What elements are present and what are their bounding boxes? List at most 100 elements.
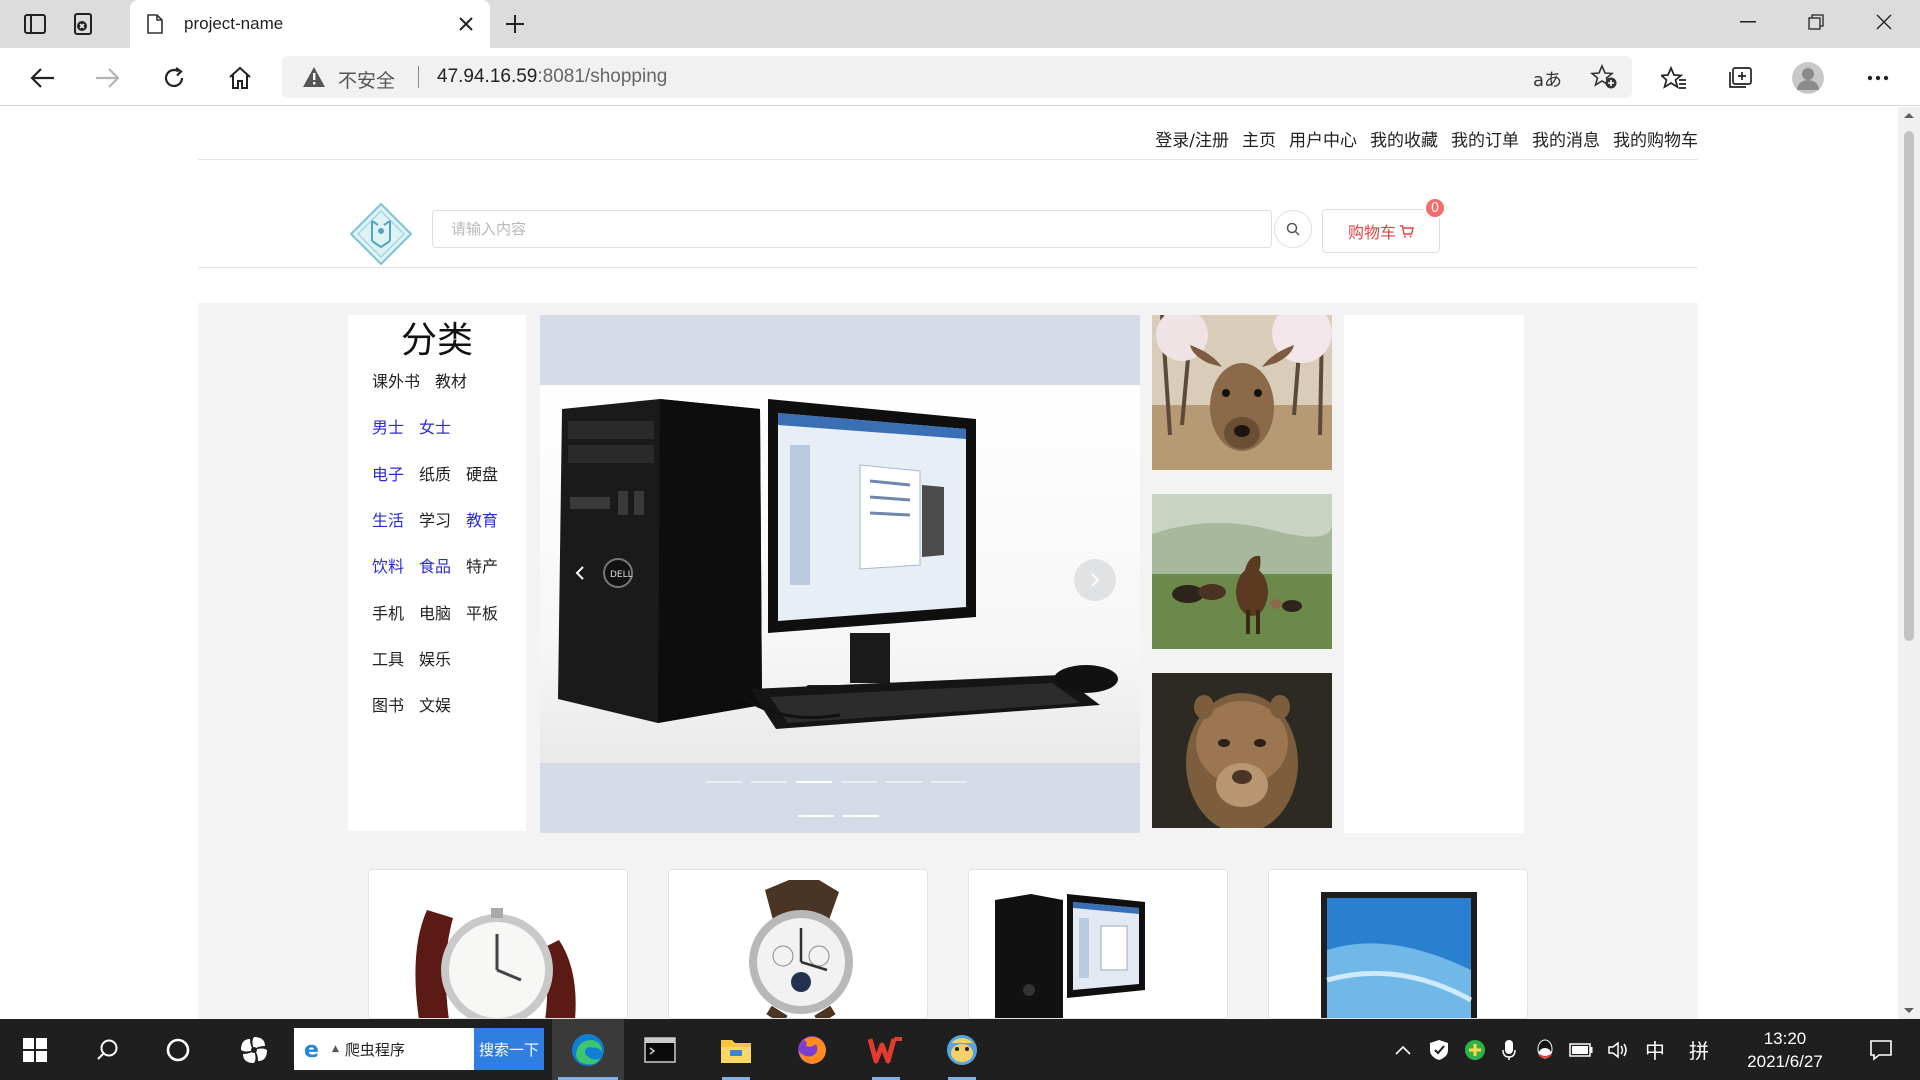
workspaces-icon[interactable] xyxy=(68,10,98,38)
favorites-icon[interactable] xyxy=(1656,60,1692,96)
tab-actions-icon[interactable] xyxy=(20,10,50,38)
ime-mode-indicator[interactable]: 拼 xyxy=(1684,1019,1714,1080)
product-card-laptop-monitor[interactable] xyxy=(1268,869,1528,1019)
taskbar-app-cartoon[interactable] xyxy=(934,1019,990,1080)
lioness-photo[interactable] xyxy=(1152,673,1332,828)
taskbar-search-go-button[interactable]: 搜索一下 xyxy=(474,1028,544,1070)
top-nav-link[interactable]: 我的购物车 xyxy=(1613,126,1698,151)
category-link[interactable]: 文娱 xyxy=(419,692,451,716)
more-options-icon[interactable] xyxy=(1860,60,1896,96)
scroll-up-icon[interactable] xyxy=(1903,111,1915,119)
category-link[interactable]: 娱乐 xyxy=(419,646,451,670)
taskbar-file-explorer[interactable] xyxy=(708,1019,764,1080)
carousel-indicators[interactable] xyxy=(706,781,976,783)
collections-icon[interactable] xyxy=(1722,60,1758,96)
category-link[interactable]: 课外书 xyxy=(372,368,420,392)
product-card-leather-watch[interactable] xyxy=(368,869,628,1019)
taskbar-search-icon[interactable] xyxy=(80,1019,136,1080)
carousel-indicator[interactable] xyxy=(798,815,834,817)
ime-language-indicator[interactable]: 中 xyxy=(1640,1019,1670,1080)
cart-button[interactable]: 购物车 xyxy=(1322,209,1440,253)
home-icon[interactable] xyxy=(222,60,258,96)
category-link[interactable]: 电子 xyxy=(372,461,404,485)
profile-avatar-icon[interactable] xyxy=(1790,60,1826,96)
url-text[interactable]: 47.94.16.59:8081/shopping xyxy=(437,66,667,88)
carousel-indicator[interactable] xyxy=(751,781,787,783)
carousel-slide-computer[interactable]: DELL xyxy=(540,385,1140,763)
top-nav-link[interactable]: 用户中心 xyxy=(1289,126,1357,151)
carousel-indicator[interactable] xyxy=(841,781,877,783)
category-link[interactable]: 教育 xyxy=(466,507,498,531)
taskbar-search-box[interactable]: e ▲ 爬虫程序 搜索一下 xyxy=(294,1028,544,1070)
dropdown-caret-icon[interactable]: ▲ xyxy=(332,1044,339,1054)
horses-photo[interactable] xyxy=(1152,494,1332,649)
start-button[interactable] xyxy=(0,1019,70,1080)
carousel-next-button[interactable] xyxy=(1074,559,1116,601)
deer-photo[interactable] xyxy=(1152,315,1332,470)
add-favorite-icon[interactable] xyxy=(1590,64,1618,90)
task-view-icon[interactable] xyxy=(226,1019,282,1080)
category-link[interactable]: 图书 xyxy=(372,692,404,716)
minimize-icon[interactable] xyxy=(1720,0,1776,44)
category-link[interactable]: 工具 xyxy=(372,646,404,670)
top-nav-link[interactable]: 我的订单 xyxy=(1451,126,1519,151)
address-bar[interactable]: 不安全 47.94.16.59:8081/shopping aあ xyxy=(282,56,1632,98)
category-link[interactable]: 手机 xyxy=(372,600,404,624)
taskbar-terminal[interactable] xyxy=(632,1019,688,1080)
taskbar-wps[interactable] xyxy=(858,1019,914,1080)
tray-overflow-icon[interactable] xyxy=(1388,1019,1418,1080)
category-link[interactable]: 女士 xyxy=(419,414,451,438)
scroll-down-icon[interactable] xyxy=(1903,1007,1915,1015)
category-link[interactable]: 平板 xyxy=(466,600,498,624)
category-link[interactable]: 男士 xyxy=(372,414,404,438)
search-box[interactable] xyxy=(432,210,1272,248)
category-link[interactable]: 生活 xyxy=(372,507,404,531)
top-nav-link[interactable]: 主页 xyxy=(1242,126,1276,151)
carousel-indicator[interactable] xyxy=(843,815,879,817)
read-aloud-button[interactable]: aあ xyxy=(1533,66,1562,92)
carousel-indicator[interactable] xyxy=(796,781,832,783)
back-icon[interactable] xyxy=(24,60,60,96)
battery-icon[interactable] xyxy=(1566,1019,1596,1080)
search-input[interactable] xyxy=(433,211,1271,247)
category-link[interactable]: 硬盘 xyxy=(466,461,498,485)
product-card-chronograph-watch[interactable] xyxy=(668,869,928,1019)
warning-icon[interactable] xyxy=(302,66,326,88)
taskbar-clock[interactable]: 13:20 2021/6/27 xyxy=(1730,1027,1840,1073)
forward-icon[interactable] xyxy=(90,60,126,96)
carousel-prev-icon[interactable] xyxy=(566,559,594,587)
taskbar-edge[interactable] xyxy=(552,1019,624,1080)
top-nav-link[interactable]: 我的收藏 xyxy=(1370,126,1438,151)
scrollbar-thumb[interactable] xyxy=(1904,131,1914,641)
microphone-icon[interactable] xyxy=(1494,1019,1524,1080)
category-link[interactable]: 电脑 xyxy=(419,600,451,624)
product-card-desktop-computer[interactable] xyxy=(968,869,1228,1019)
category-link[interactable]: 纸质 xyxy=(419,461,451,485)
volume-icon[interactable] xyxy=(1604,1019,1634,1080)
site-logo-icon[interactable] xyxy=(348,201,414,267)
category-link[interactable]: 食品 xyxy=(419,553,451,577)
top-nav-link[interactable]: 我的消息 xyxy=(1532,126,1600,151)
carousel-indicator[interactable] xyxy=(886,781,922,783)
active-tab[interactable]: project-name xyxy=(130,0,490,48)
category-link[interactable]: 学习 xyxy=(419,507,451,531)
category-link[interactable]: 教材 xyxy=(435,368,467,392)
restore-icon[interactable] xyxy=(1788,0,1844,44)
carousel-indicators-secondary[interactable] xyxy=(798,815,888,817)
carousel-indicator[interactable] xyxy=(706,781,742,783)
carousel-indicator[interactable] xyxy=(931,781,967,783)
taskbar-firefox[interactable] xyxy=(784,1019,840,1080)
close-window-icon[interactable] xyxy=(1856,0,1912,44)
category-link[interactable]: 饮料 xyxy=(372,553,404,577)
taskbar-search-field[interactable]: e ▲ 爬虫程序 xyxy=(294,1028,474,1070)
page-scrollbar[interactable] xyxy=(1898,107,1920,1019)
top-nav-link[interactable]: 登录/注册 xyxy=(1155,126,1229,151)
banner-carousel[interactable]: DELL xyxy=(540,315,1140,833)
refresh-icon[interactable] xyxy=(156,60,192,96)
qq-icon[interactable] xyxy=(1530,1019,1560,1080)
search-button[interactable] xyxy=(1274,210,1312,248)
cortana-icon[interactable] xyxy=(150,1019,206,1080)
category-link[interactable]: 特产 xyxy=(466,553,498,577)
insecure-label[interactable]: 不安全 xyxy=(338,66,395,93)
security-shield-icon[interactable] xyxy=(1424,1019,1454,1080)
